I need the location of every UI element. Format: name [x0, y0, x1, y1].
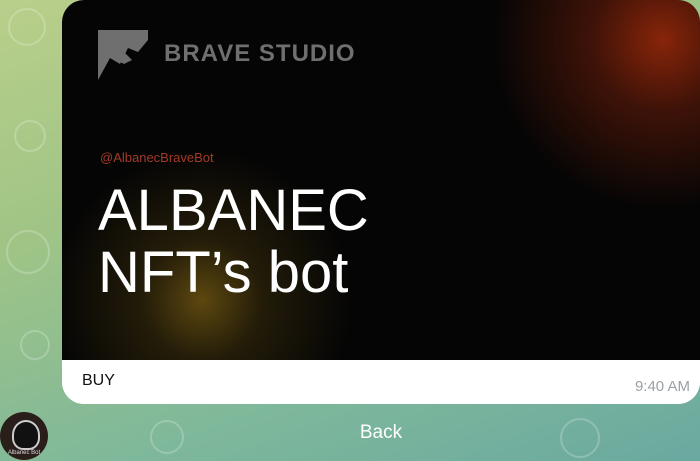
headline-line-2: NFT’s bot: [98, 240, 349, 305]
message-text-row: BUY 9:40 AM: [62, 360, 700, 404]
wallpaper-doodle: [8, 8, 46, 46]
message-timestamp: 9:40 AM: [634, 378, 690, 395]
back-button[interactable]: Back: [62, 406, 700, 460]
bot-banner-image: BRAVE STUDIO @AlbanecBraveBot ALBANEC NF…: [62, 0, 700, 360]
brave-studio-logo-icon: [98, 30, 148, 80]
avatar-caption: Albanec Bot: [7, 450, 41, 456]
wallpaper-doodle: [14, 120, 46, 152]
headline-line-1: ALBANEC: [98, 178, 369, 243]
wallpaper-doodle: [20, 330, 50, 360]
bot-handle: @AlbanecBraveBot: [100, 150, 214, 165]
banner-headline: ALBANEC NFT’s bot: [98, 180, 658, 304]
back-button-label: Back: [359, 422, 403, 443]
avatar-face-icon: [12, 420, 40, 450]
message-text: BUY: [82, 372, 115, 389]
brand-name: BRAVE STUDIO: [164, 40, 356, 67]
bot-avatar[interactable]: Albanec Bot: [0, 412, 48, 460]
bot-message-card: BRAVE STUDIO @AlbanecBraveBot ALBANEC NF…: [62, 0, 700, 404]
wallpaper-doodle: [6, 230, 50, 274]
